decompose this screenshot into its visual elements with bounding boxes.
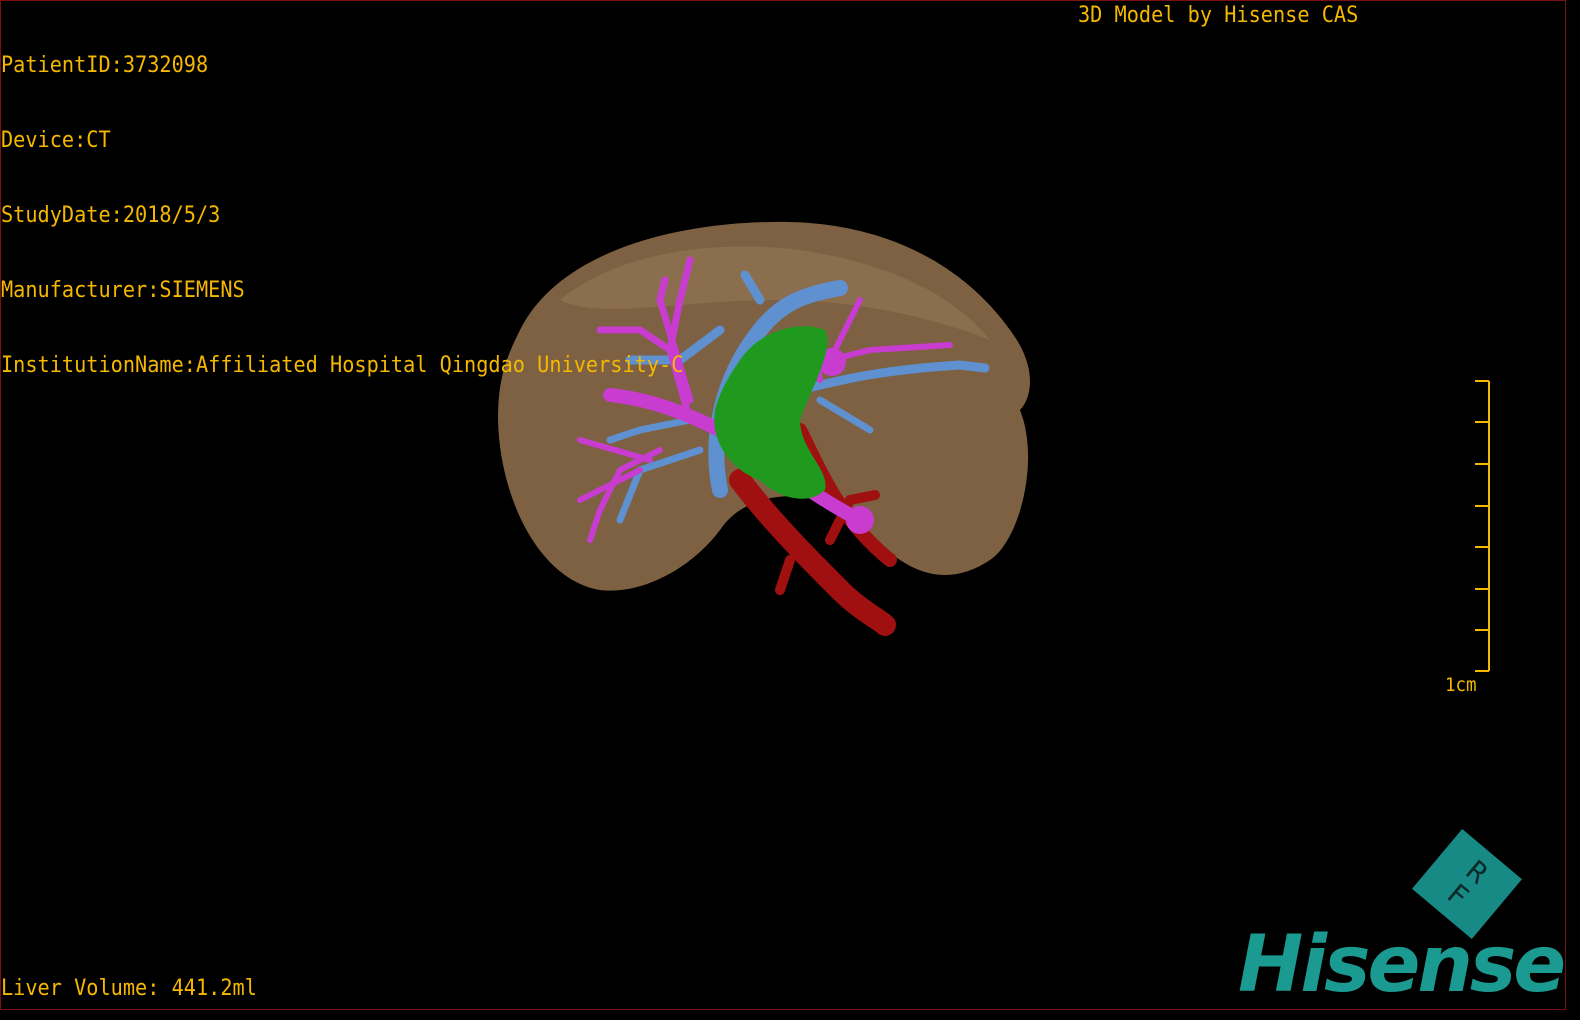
patient-id: PatientID:3732098 <box>1 53 209 78</box>
hisense-logo: Hisense <box>1238 920 1566 1010</box>
dicom-info: PatientID:3732098 Device:CT StudyDate:20… <box>1 3 683 403</box>
study-date: StudyDate:2018/5/3 <box>1 203 221 228</box>
institution-name: InstitutionName:Affiliated Hospital Qing… <box>1 353 684 378</box>
scale-bar <box>1475 380 1490 672</box>
liver-volume: Liver Volume: 441.2ml <box>1 976 257 1001</box>
device: Device:CT <box>1 128 111 153</box>
manufacturer: Manufacturer:SIEMENS <box>1 278 245 303</box>
scale-bar-label: 1cm <box>1445 674 1477 696</box>
rf-badge-f: F <box>1440 877 1475 914</box>
model-credit: 3D Model by Hisense CAS <box>1078 3 1359 28</box>
